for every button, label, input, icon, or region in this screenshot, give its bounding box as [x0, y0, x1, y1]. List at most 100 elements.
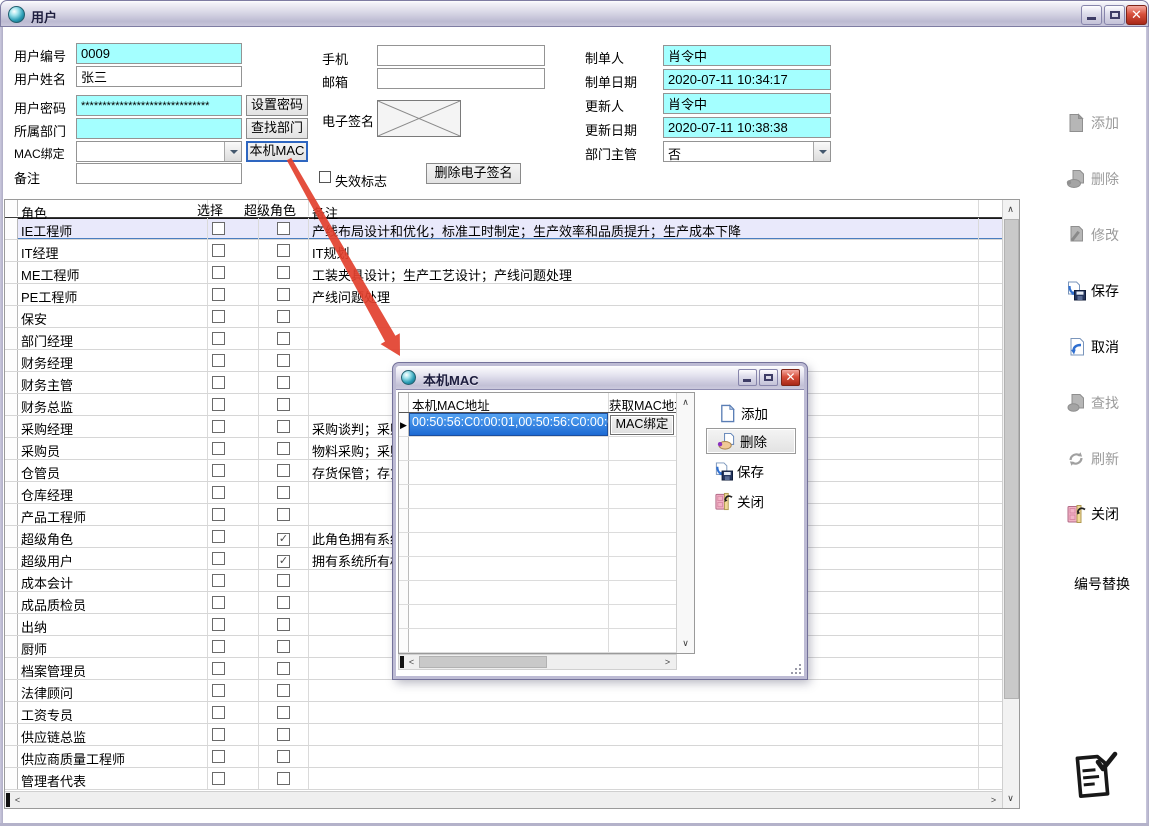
super-role-checkbox[interactable]: ✓ [277, 533, 290, 546]
select-checkbox[interactable] [212, 354, 225, 367]
super-role-checkbox[interactable] [277, 464, 290, 477]
role-row[interactable]: 部门经理 [5, 328, 1019, 350]
find-department-button[interactable]: 查找部门 [246, 118, 308, 139]
maximize-button[interactable] [1104, 5, 1125, 25]
dialog-close-action-button[interactable]: 关闭 [714, 488, 764, 514]
super-role-checkbox[interactable] [277, 310, 290, 323]
super-role-checkbox[interactable] [277, 706, 290, 719]
role-row[interactable]: 保安 [5, 306, 1019, 328]
replace-number-button[interactable]: 编号替换 [1074, 574, 1130, 594]
mac-vscrollbar[interactable]: ∧ ∨ [676, 393, 694, 653]
super-role-checkbox[interactable] [277, 684, 290, 697]
titlebar[interactable]: 用户 ✕ [0, 0, 1149, 27]
scroll-left-icon[interactable]: < [10, 793, 25, 808]
dialog-minimize-button[interactable] [738, 369, 757, 386]
modify-button[interactable]: 修改 [1066, 222, 1144, 248]
select-checkbox[interactable] [212, 772, 225, 785]
scroll-down-icon[interactable]: ∨ [678, 636, 693, 651]
mac-address-cell[interactable]: 00:50:56:C0:00:01,00:50:56:C0:00:0 [409, 413, 609, 436]
minimize-button[interactable] [1081, 5, 1102, 25]
super-role-checkbox[interactable] [277, 442, 290, 455]
scroll-up-icon[interactable]: ∧ [1003, 202, 1018, 217]
invalid-flag-checkbox[interactable] [319, 171, 331, 183]
select-checkbox[interactable] [212, 684, 225, 697]
role-row[interactable]: 供应商质量工程师 [5, 746, 1019, 768]
select-checkbox[interactable] [212, 552, 225, 565]
role-row[interactable]: PE工程师产线问题处理 [5, 284, 1019, 306]
esign-placeholder[interactable] [377, 100, 461, 137]
scroll-up-icon[interactable]: ∧ [678, 395, 693, 410]
note-input[interactable] [76, 163, 242, 184]
super-role-checkbox[interactable] [277, 662, 290, 675]
super-role-checkbox[interactable]: ✓ [277, 555, 290, 568]
select-checkbox[interactable] [212, 596, 225, 609]
super-role-checkbox[interactable] [277, 420, 290, 433]
select-checkbox[interactable] [212, 464, 225, 477]
select-checkbox[interactable] [212, 662, 225, 675]
super-role-checkbox[interactable] [277, 288, 290, 301]
dialog-save-button[interactable]: 保存 [714, 458, 764, 484]
select-checkbox[interactable] [212, 508, 225, 521]
roles-vscrollbar[interactable]: ∧ ∨ [1002, 200, 1019, 808]
super-role-checkbox[interactable] [277, 508, 290, 521]
dept-manager-dropdown[interactable]: 否 [663, 141, 831, 162]
select-checkbox[interactable] [212, 574, 225, 587]
super-role-checkbox[interactable] [277, 244, 290, 257]
select-checkbox[interactable] [212, 332, 225, 345]
role-row[interactable]: IT经理IT规划 [5, 240, 1019, 262]
scroll-thumb[interactable] [419, 656, 547, 668]
mac-row[interactable]: ▶ 00:50:56:C0:00:01,00:50:56:C0:00:0 MAC… [399, 413, 694, 437]
local-mac-button[interactable]: 本机MAC [246, 141, 308, 162]
close-form-button[interactable]: 关闭 [1066, 501, 1144, 527]
super-role-checkbox[interactable] [277, 354, 290, 367]
super-role-checkbox[interactable] [277, 728, 290, 741]
role-row[interactable]: 法律顾问 [5, 680, 1019, 702]
role-row[interactable]: 管理者代表 [5, 768, 1019, 790]
dialog-close-button[interactable]: ✕ [781, 369, 800, 386]
chevron-down-icon[interactable] [813, 142, 830, 161]
email-input[interactable] [377, 68, 545, 89]
super-role-checkbox[interactable] [277, 222, 290, 235]
super-role-checkbox[interactable] [277, 266, 290, 279]
password-input[interactable] [76, 95, 242, 116]
select-checkbox[interactable] [212, 244, 225, 257]
user-name-input[interactable] [76, 66, 242, 87]
department-input[interactable] [76, 118, 242, 139]
role-row[interactable]: ME工程师工装夹具设计；生产工艺设计；产线问题处理 [5, 262, 1019, 284]
delete-esign-button[interactable]: 删除电子签名 [426, 163, 521, 184]
role-row[interactable]: IE工程师产线布局设计和优化；标准工时制定；生产效率和品质提升；生产成本下降 [5, 218, 1019, 240]
super-role-checkbox[interactable] [277, 640, 290, 653]
select-checkbox[interactable] [212, 530, 225, 543]
document-check-icon[interactable] [1068, 748, 1118, 804]
mac-bind-button[interactable]: MAC绑定 [610, 415, 674, 435]
select-checkbox[interactable] [212, 376, 225, 389]
dialog-titlebar[interactable]: 本机MAC ✕ [396, 366, 804, 390]
scroll-right-icon[interactable]: > [660, 655, 675, 670]
dialog-maximize-button[interactable] [759, 369, 778, 386]
find-button[interactable]: 查找 [1066, 390, 1144, 416]
scroll-down-icon[interactable]: ∨ [1003, 791, 1018, 806]
scroll-right-icon[interactable]: > [986, 793, 1001, 808]
chevron-down-icon[interactable] [224, 142, 241, 161]
creator-input[interactable] [663, 45, 831, 66]
resize-grip[interactable] [791, 664, 801, 674]
close-button[interactable]: ✕ [1126, 5, 1147, 25]
super-role-checkbox[interactable] [277, 618, 290, 631]
dialog-add-button[interactable]: 添加 [718, 400, 768, 426]
super-role-checkbox[interactable] [277, 332, 290, 345]
super-role-checkbox[interactable] [277, 772, 290, 785]
select-checkbox[interactable] [212, 420, 225, 433]
mac-bind-dropdown[interactable] [76, 141, 242, 162]
select-checkbox[interactable] [212, 288, 225, 301]
super-role-checkbox[interactable] [277, 398, 290, 411]
dialog-delete-button[interactable]: 删除 [706, 428, 796, 454]
role-row[interactable]: 供应链总监 [5, 724, 1019, 746]
select-checkbox[interactable] [212, 486, 225, 499]
select-checkbox[interactable] [212, 618, 225, 631]
select-checkbox[interactable] [212, 266, 225, 279]
add-button[interactable]: 添加 [1066, 110, 1144, 136]
scroll-thumb[interactable] [1004, 219, 1019, 699]
select-checkbox[interactable] [212, 310, 225, 323]
select-checkbox[interactable] [212, 728, 225, 741]
role-row[interactable]: 工资专员 [5, 702, 1019, 724]
